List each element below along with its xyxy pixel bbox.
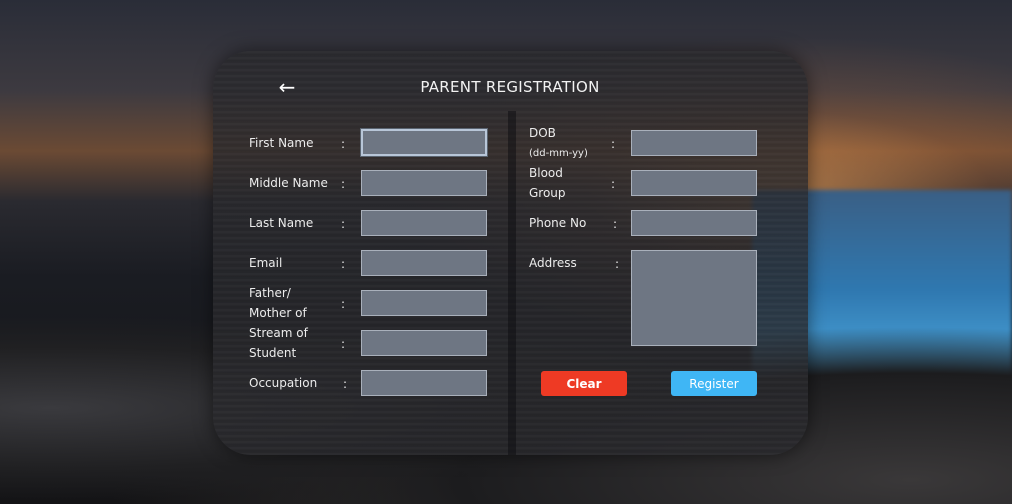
phone-input[interactable]: [631, 210, 757, 236]
address-textarea[interactable]: [631, 250, 757, 346]
blood-group-label-line2: Group: [529, 186, 566, 200]
column-divider: [508, 111, 516, 455]
page-title: PARENT REGISTRATION: [420, 78, 600, 96]
email-input[interactable]: [361, 250, 487, 276]
address-label: Address: [529, 256, 577, 270]
last-name-colon: :: [341, 217, 346, 231]
dob-colon: :: [611, 137, 616, 151]
stream-colon: :: [341, 337, 346, 351]
stream-input[interactable]: [361, 330, 487, 356]
dob-format-hint: (dd-mm-yy): [529, 148, 588, 159]
father-mother-label-line2: Mother of: [249, 306, 307, 320]
register-button[interactable]: Register: [671, 371, 757, 396]
stream-label-line1: Stream of: [249, 326, 308, 340]
father-mother-colon: :: [341, 297, 346, 311]
back-arrow-icon[interactable]: ←: [276, 76, 298, 98]
last-name-input[interactable]: [361, 210, 487, 236]
last-name-label: Last Name: [249, 216, 314, 230]
phone-label: Phone No: [529, 216, 587, 230]
blood-group-label-line1: Blood: [529, 166, 563, 180]
first-name-label: First Name: [249, 136, 314, 150]
middle-name-colon: :: [341, 177, 346, 191]
phone-colon: :: [613, 217, 618, 231]
blood-group-input[interactable]: [631, 170, 757, 196]
father-mother-input[interactable]: [361, 290, 487, 316]
occupation-label: Occupation: [249, 376, 318, 390]
clear-button[interactable]: Clear: [541, 371, 627, 396]
stream-label-line2: Student: [249, 346, 297, 360]
email-label: Email: [249, 256, 283, 270]
address-colon: :: [615, 257, 620, 271]
occupation-input[interactable]: [361, 370, 487, 396]
father-mother-label-line1: Father/: [249, 286, 291, 300]
occupation-colon: :: [343, 377, 348, 391]
first-name-input[interactable]: [361, 129, 487, 156]
first-name-colon: :: [341, 137, 346, 151]
email-colon: :: [341, 257, 346, 271]
middle-name-label: Middle Name: [249, 176, 328, 190]
dob-input[interactable]: [631, 130, 757, 156]
dob-label-line1: DOB: [529, 126, 556, 140]
middle-name-input[interactable]: [361, 170, 487, 196]
blood-group-colon: :: [611, 177, 616, 191]
